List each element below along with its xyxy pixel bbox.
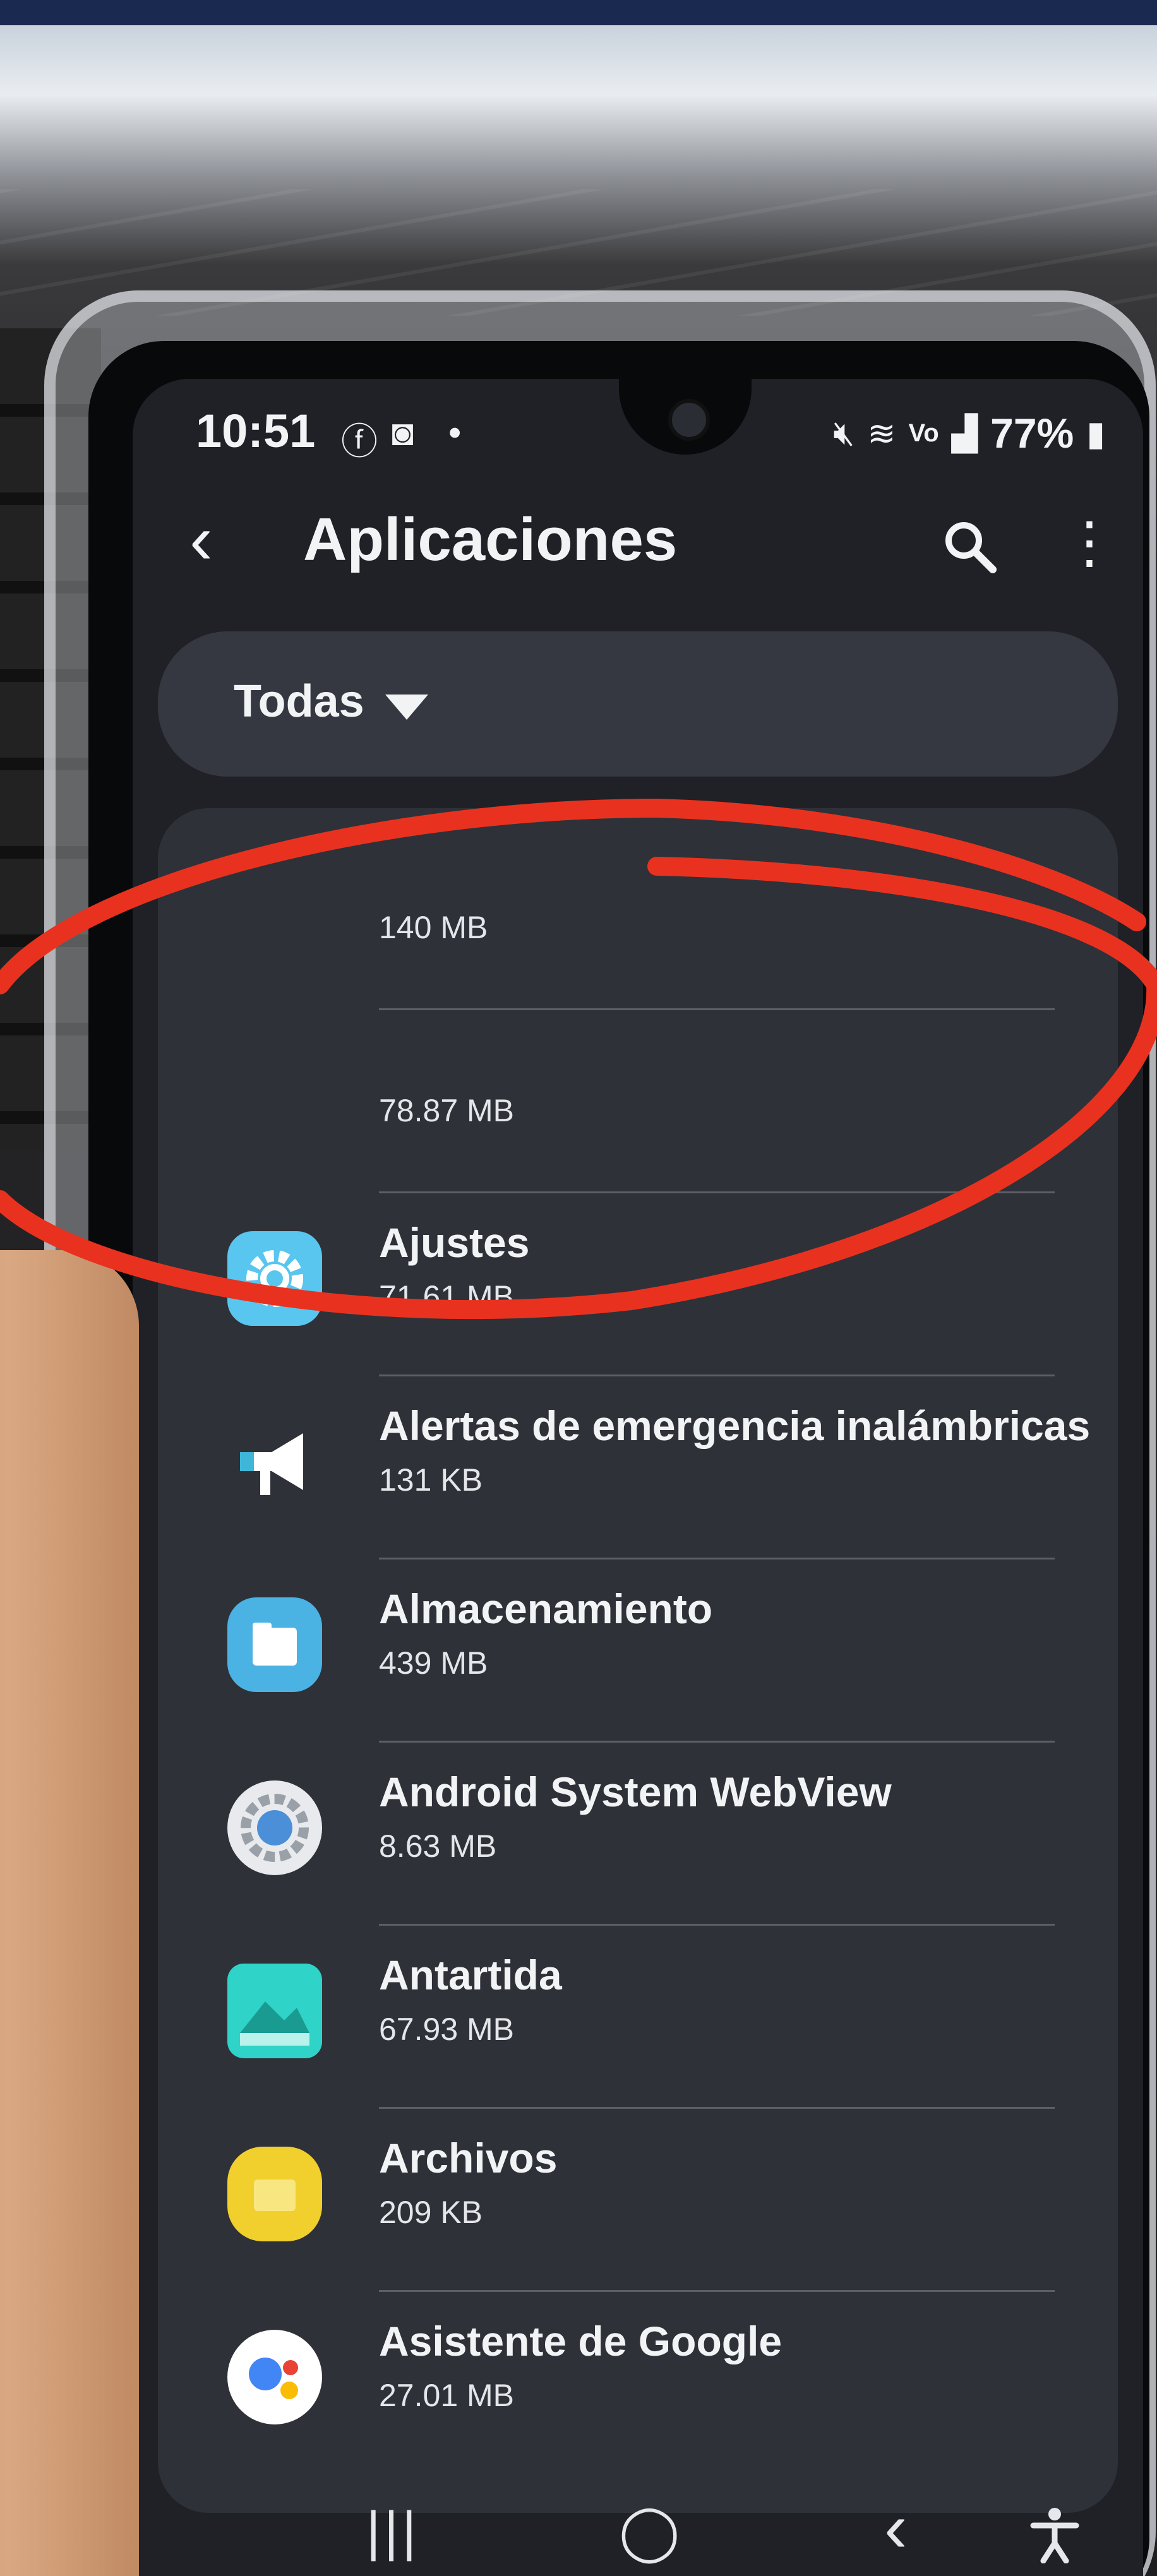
back-button[interactable]: ‹: [884, 2488, 908, 2568]
list-item[interactable]: 140 MB: [158, 827, 1118, 1010]
filter-dropdown[interactable]: Todas: [158, 631, 1118, 777]
back-arrow-icon[interactable]: ‹: [189, 505, 213, 575]
list-item[interactable]: Asistente de Google 27.01 MB: [158, 2292, 1118, 2475]
list-item[interactable]: Archivos 209 KB: [158, 2109, 1118, 2292]
navigation-bar: ||| ◯ ‹: [133, 2488, 1143, 2576]
search-icon[interactable]: [941, 518, 998, 575]
app-size: 209 KB: [379, 2195, 483, 2230]
list-item[interactable]: Android System WebView 8.63 MB: [158, 1743, 1118, 1926]
dropdown-arrow-icon: [385, 695, 428, 720]
facebook-icon: ⓕ: [341, 421, 378, 462]
volte-icon: Vo: [908, 419, 939, 447]
wifi-icon: ≋: [867, 414, 896, 453]
filter-selected-value: Todas: [234, 676, 364, 727]
app-size: 27.01 MB: [379, 2378, 515, 2413]
battery-icon: ▮: [1086, 414, 1105, 453]
app-name: Archivos: [379, 2135, 558, 2181]
app-size: 67.93 MB: [379, 2012, 515, 2047]
megaphone-icon: [227, 1414, 322, 1509]
app-size: 78.87 MB: [379, 1093, 515, 1128]
yellow-folder-icon: [227, 2147, 322, 2241]
signal-icon: ▟: [951, 414, 978, 453]
app-name: Asistente de Google: [379, 2318, 782, 2364]
app-name: Almacenamiento: [379, 1585, 713, 1632]
assistant-icon: [227, 2330, 322, 2424]
accessibility-icon[interactable]: [1029, 2507, 1080, 2563]
status-bar: 10:51 ⓕ ◙ • 🔇︎ ≋ Vo ▟ 77% ▮: [133, 398, 1143, 467]
dot-icon: •: [448, 412, 462, 453]
app-size: 8.63 MB: [379, 1828, 497, 1864]
list-item[interactable]: Antartida 67.93 MB: [158, 1926, 1118, 2109]
recents-button[interactable]: |||: [366, 2500, 420, 2563]
phone-screen: 10:51 ⓕ ◙ • 🔇︎ ≋ Vo ▟ 77% ▮ ‹ Aplicacion…: [133, 379, 1143, 2576]
app-name: Alertas de emergencia inalámbricas: [379, 1402, 1091, 1449]
landscape-icon: [227, 1964, 322, 2058]
more-options-icon[interactable]: ⋮: [1061, 511, 1118, 575]
battery-level: 77%: [990, 410, 1074, 456]
list-item[interactable]: Almacenamiento 439 MB: [158, 1559, 1118, 1743]
app-size: 439 MB: [379, 1645, 488, 1681]
app-list: 140 MB 78.87 MB Ajustes 71.61 MB Alertas: [158, 808, 1118, 2513]
gear-icon: [227, 1231, 322, 1326]
app-name: Antartida: [379, 1952, 562, 1998]
app-toolbar: ‹ Aplicaciones ⋮: [133, 486, 1143, 600]
app-size: 71.61 MB: [379, 1279, 515, 1315]
hand-thumb: [0, 1250, 139, 2576]
mute-icon: 🔇︎: [833, 414, 855, 452]
monitor-bezel: [0, 0, 1157, 25]
status-time: 10:51: [196, 405, 316, 457]
app-size: 140 MB: [379, 910, 488, 945]
app-name: Android System WebView: [379, 1768, 892, 1815]
list-item[interactable]: Ajustes 71.61 MB: [158, 1193, 1118, 1376]
app-size: 131 KB: [379, 1462, 483, 1498]
folder-icon: [227, 1597, 322, 1692]
page-title: Aplicaciones: [303, 506, 678, 573]
photo-scene: 10:51 ⓕ ◙ • 🔇︎ ≋ Vo ▟ 77% ▮ ‹ Aplicacion…: [0, 0, 1157, 2576]
instagram-icon: ◙: [392, 412, 414, 453]
status-right: 🔇︎ ≋ Vo ▟ 77% ▮: [833, 409, 1105, 457]
list-item[interactable]: 78.87 MB: [158, 1010, 1118, 1193]
app-name: Ajustes: [379, 1219, 530, 1266]
webview-gear-icon: [227, 1780, 322, 1875]
home-button[interactable]: ◯: [619, 2500, 680, 2563]
list-item[interactable]: Alertas de emergencia inalámbricas 131 K…: [158, 1376, 1118, 1559]
